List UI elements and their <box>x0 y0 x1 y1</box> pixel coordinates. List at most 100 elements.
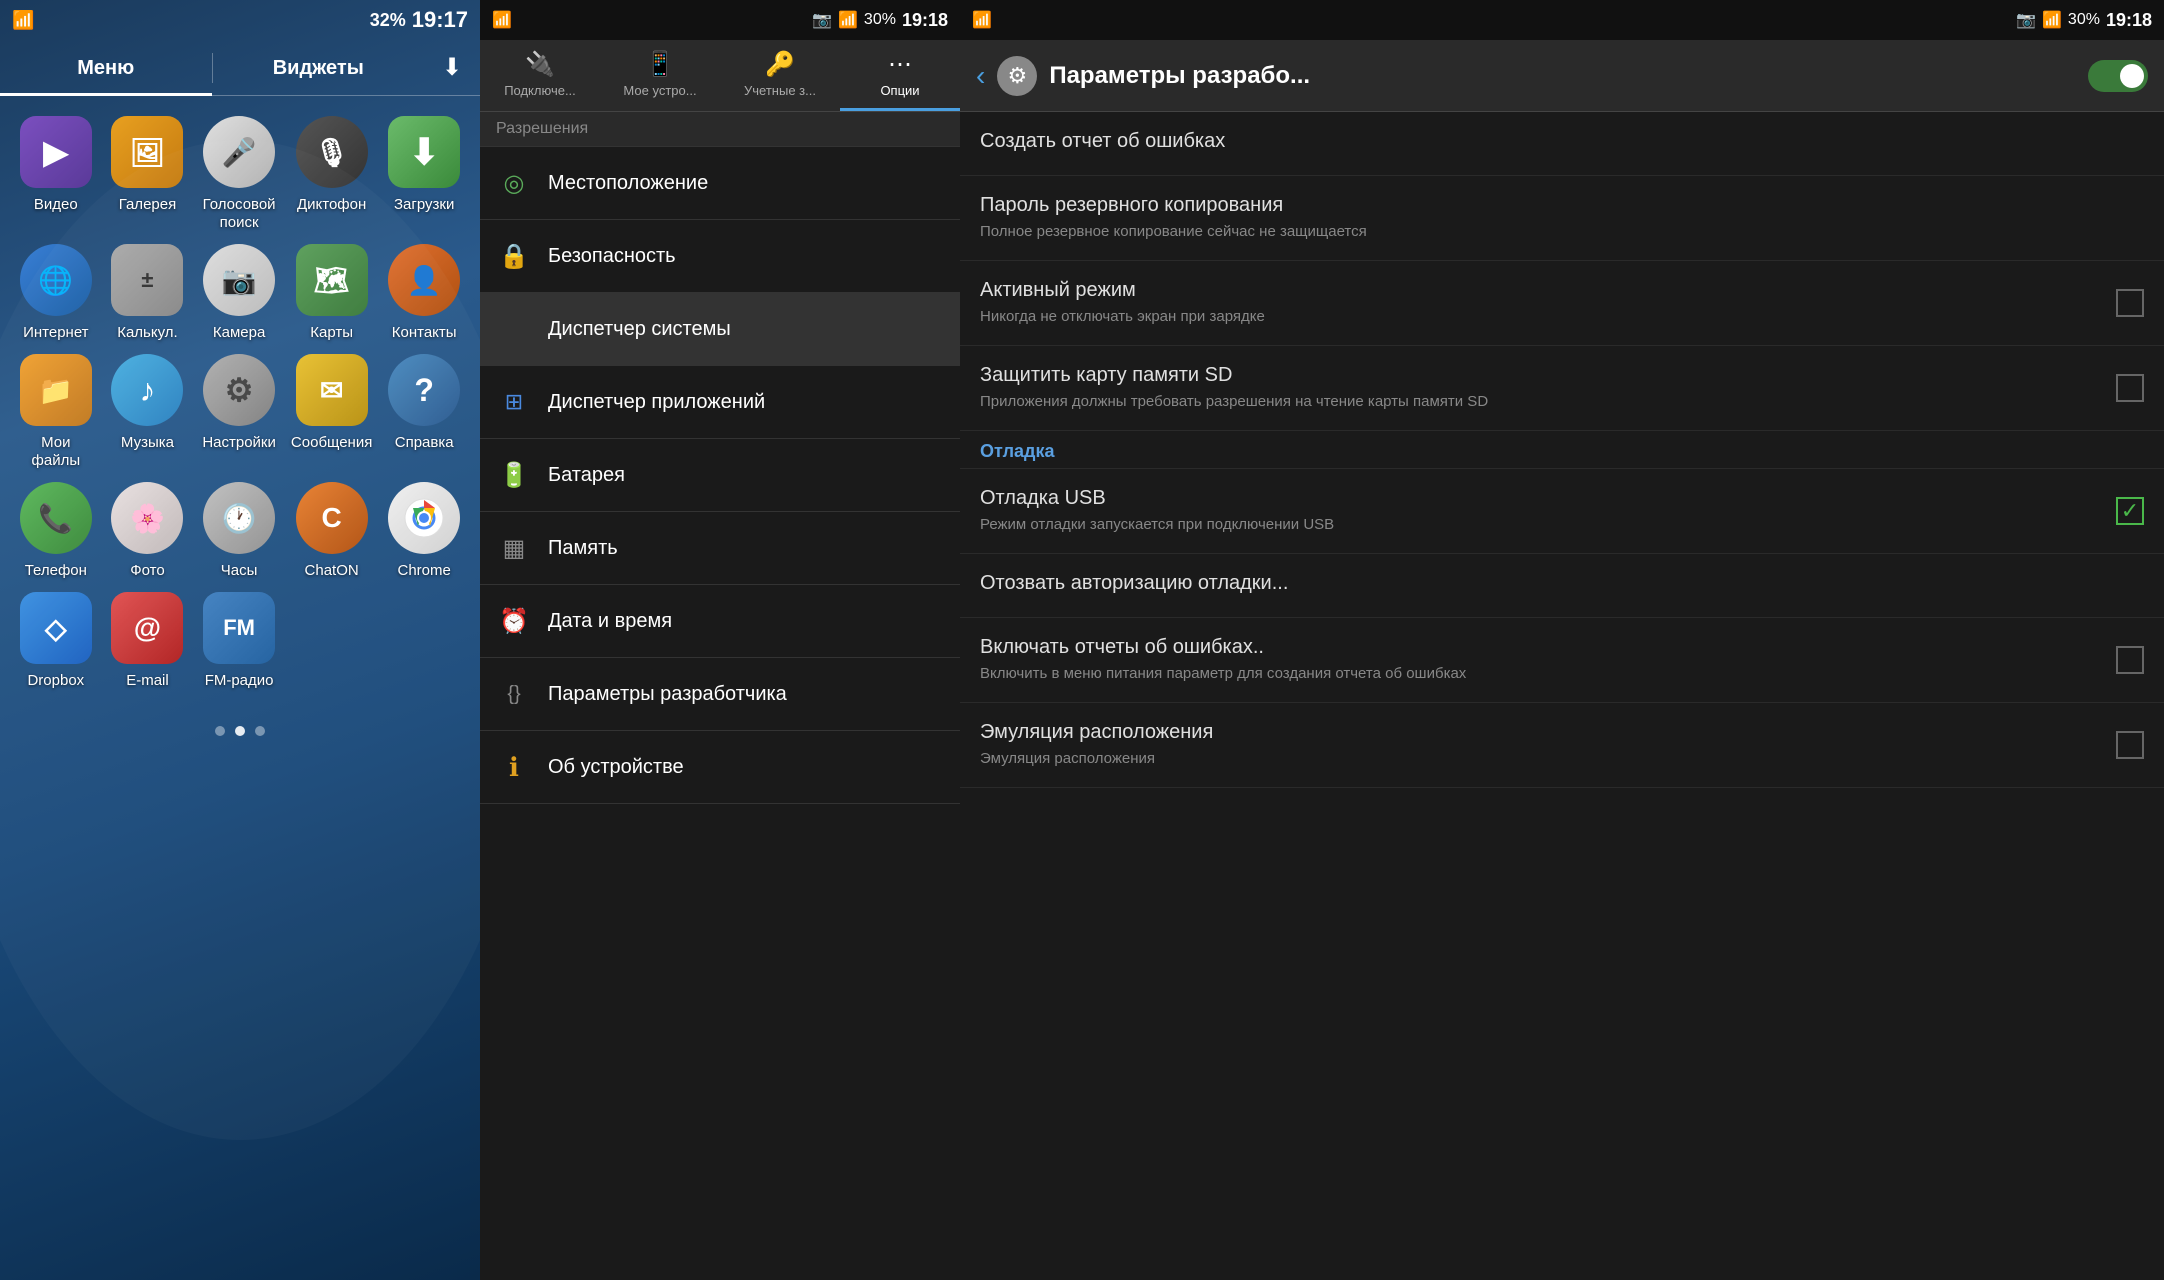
app-photos[interactable]: 🌸 Фото <box>108 482 188 580</box>
app-music[interactable]: ♪ Музыка <box>108 354 188 470</box>
dispatcher-icon <box>496 311 532 347</box>
app-icon-video: ▶ <box>20 116 92 188</box>
page-dots <box>0 710 480 752</box>
checkbox-protect-sd[interactable] <box>2116 374 2144 402</box>
dot-2[interactable] <box>235 726 245 736</box>
status-bar-dev: 📶 📷 📶 30% 19:18 <box>960 0 2164 40</box>
battery-percent-settings: 30% <box>864 11 896 29</box>
app-chaton[interactable]: C ChatON <box>291 482 372 580</box>
app-phone[interactable]: 📞 Телефон <box>16 482 96 580</box>
dev-item-subtitle-active: Никогда не отключать экран при зарядке <box>980 306 2104 327</box>
security-label: Безопасность <box>548 245 676 268</box>
app-label-email: E-mail <box>126 672 169 690</box>
location-icon: ◎ <box>496 165 532 201</box>
app-calculator[interactable]: ± Калькул. <box>108 244 188 342</box>
checkbox-error-reports[interactable] <box>2116 646 2144 674</box>
app-icon-internet: 🌐 <box>20 244 92 316</box>
datetime-icon: ⏰ <box>496 603 532 639</box>
dev-toggle[interactable] <box>2088 60 2148 92</box>
dev-settings-icon: ⚙ <box>997 56 1037 96</box>
status-icons-settings-left: 📶 <box>492 10 512 30</box>
app-label-photos: Фото <box>130 562 164 580</box>
checkbox-usb-debug[interactable]: ✓ <box>2116 497 2144 525</box>
app-label-gallery: Галерея <box>119 196 177 214</box>
app-clock[interactable]: 🕐 Часы <box>199 482 279 580</box>
app-settings[interactable]: ⚙ Настройки <box>199 354 279 470</box>
battery-percent-home: 32% <box>370 10 406 31</box>
app-help[interactable]: ? Справка <box>384 354 464 470</box>
download-tab-button[interactable]: ⬇ <box>424 40 480 96</box>
app-label-clock: Часы <box>221 562 258 580</box>
app-dictaphone[interactable]: 🎙 Диктофон <box>291 116 372 232</box>
app-fmradio[interactable]: FM FM-радио <box>199 592 279 690</box>
app-video[interactable]: ▶ Видео <box>16 116 96 232</box>
home-tabs: Меню Виджеты ⬇ <box>0 40 480 96</box>
back-button[interactable]: ‹ <box>976 60 985 92</box>
app-internet[interactable]: 🌐 Интернет <box>16 244 96 342</box>
app-icon-dropbox: ◇ <box>20 592 92 664</box>
app-icon-phone: 📞 <box>20 482 92 554</box>
app-myfiles[interactable]: 📁 Мои файлы <box>16 354 96 470</box>
app-maps[interactable]: 🗺 Карты <box>291 244 372 342</box>
app-voice[interactable]: 🎤 Голосовой поиск <box>199 116 279 232</box>
settings-item-developer[interactable]: {} Параметры разработчика <box>480 658 960 731</box>
app-icon-contacts: 👤 <box>388 244 460 316</box>
tab-options[interactable]: ⋯ Опции <box>840 40 960 111</box>
app-icon-myfiles: 📁 <box>20 354 92 426</box>
status-bar-settings: 📶 📷 📶 30% 19:18 <box>480 0 960 40</box>
dev-item-content-backup: Пароль резервного копирования Полное рез… <box>980 194 2144 242</box>
tab-connections[interactable]: 🔌 Подключе... <box>480 40 600 111</box>
developer-screen: 📶 📷 📶 30% 19:18 ‹ ⚙ Параметры разрабо...… <box>960 0 2164 1280</box>
dev-item-subtitle-sd: Приложения должны требовать разрешения н… <box>980 391 2104 412</box>
tab-mydevice[interactable]: 📱 Мое устро... <box>600 40 720 111</box>
dev-title: Параметры разрабо... <box>1049 62 2076 90</box>
dev-item-title-errors: Включать отчеты об ошибках.. <box>980 636 2104 659</box>
dev-item-error-reports[interactable]: Включать отчеты об ошибках.. Включить в … <box>960 618 2164 703</box>
checkbox-active-mode[interactable] <box>2116 289 2144 317</box>
app-camera[interactable]: 📷 Камера <box>199 244 279 342</box>
dev-item-usb-debug[interactable]: Отладка USB Режим отладки запускается пр… <box>960 469 2164 554</box>
settings-item-dispatcher[interactable]: Диспетчер системы <box>480 293 960 366</box>
dev-item-revoke[interactable]: Отозвать авторизацию отладки... <box>960 554 2164 618</box>
settings-item-about[interactable]: ℹ Об устройстве <box>480 731 960 804</box>
settings-item-location[interactable]: ◎ Местоположение <box>480 147 960 220</box>
dispatcher-label: Диспетчер системы <box>548 318 731 341</box>
app-contacts[interactable]: 👤 Контакты <box>384 244 464 342</box>
app-icon-clock: 🕐 <box>203 482 275 554</box>
app-chrome[interactable]: Chrome <box>384 482 464 580</box>
app-dropbox[interactable]: ◇ Dropbox <box>16 592 96 690</box>
app-label-chaton: ChatON <box>305 562 359 580</box>
tab-menu[interactable]: Меню <box>0 40 212 96</box>
dev-item-protect-sd[interactable]: Защитить карту памяти SD Приложения долж… <box>960 346 2164 431</box>
settings-item-datetime[interactable]: ⏰ Дата и время <box>480 585 960 658</box>
dev-item-emulation[interactable]: Эмуляция расположения Эмуляция расположе… <box>960 703 2164 788</box>
appmanager-label: Диспетчер приложений <box>548 391 765 414</box>
tab-mydevice-label: Мое устро... <box>623 83 696 98</box>
app-messages[interactable]: ✉ Сообщения <box>291 354 372 470</box>
dev-item-create-report[interactable]: Создать отчет об ошибках <box>960 112 2164 176</box>
checkbox-emulation[interactable] <box>2116 731 2144 759</box>
memory-icon: ▦ <box>496 530 532 566</box>
app-gallery[interactable]: 🖼 Галерея <box>108 116 188 232</box>
tab-accounts[interactable]: 🔑 Учетные з... <box>720 40 840 111</box>
dot-1[interactable] <box>215 726 225 736</box>
app-email[interactable]: @ E-mail <box>108 592 188 690</box>
app-downloads[interactable]: ⬇ Загрузки <box>384 116 464 232</box>
dot-3[interactable] <box>255 726 265 736</box>
battery-icon: 🔋 <box>496 457 532 493</box>
settings-item-battery[interactable]: 🔋 Батарея <box>480 439 960 512</box>
dev-item-content-usb: Отладка USB Режим отладки запускается пр… <box>980 487 2104 535</box>
dev-item-subtitle-emulation: Эмуляция расположения <box>980 748 2104 769</box>
connections-icon: 🔌 <box>525 50 555 79</box>
appmanager-icon: ⊞ <box>496 384 532 420</box>
settings-item-memory[interactable]: ▦ Память <box>480 512 960 585</box>
tab-widgets[interactable]: Виджеты <box>213 40 425 96</box>
app-icon-maps: 🗺 <box>296 244 368 316</box>
dev-item-active-mode[interactable]: Активный режим Никогда не отключать экра… <box>960 261 2164 346</box>
settings-item-security[interactable]: 🔒 Безопасность <box>480 220 960 293</box>
dev-battery-icon: 📷 <box>2016 10 2036 30</box>
app-icon-fmradio: FM <box>203 592 275 664</box>
dev-item-backup[interactable]: Пароль резервного копирования Полное рез… <box>960 176 2164 261</box>
settings-item-appmanager[interactable]: ⊞ Диспетчер приложений <box>480 366 960 439</box>
wifi-icon: 📶 <box>12 10 34 31</box>
